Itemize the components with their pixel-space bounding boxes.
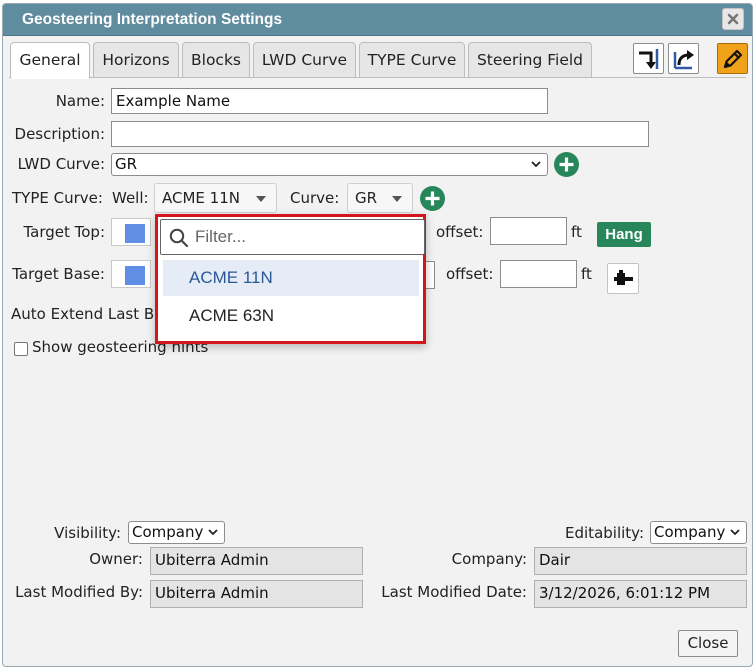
- show-hints-checkbox[interactable]: [14, 342, 28, 356]
- target-top-color-swatch[interactable]: [111, 218, 151, 246]
- chevron-down-icon: [208, 529, 218, 536]
- editability-select[interactable]: Company: [650, 521, 747, 544]
- edit-pencil-icon: [723, 49, 742, 68]
- well-dropdown[interactable]: ACME 11N: [154, 183, 277, 213]
- dropdown-option-acme-11n[interactable]: ACME 11N: [163, 260, 419, 296]
- caret-down-icon: [392, 196, 402, 202]
- chevron-down-icon: [730, 529, 740, 536]
- target-base-offset-input[interactable]: [500, 260, 577, 288]
- import-arrow-icon: [638, 48, 658, 69]
- share-arrow-icon: [673, 49, 694, 69]
- well-dropdown-popup: ACME 11N ACME 63N: [155, 214, 426, 344]
- modified-date-field: 3/12/2026, 6:01:12 PM: [534, 580, 747, 608]
- target-top-label: Target Top:: [23, 223, 105, 241]
- curve-dropdown[interactable]: GR: [347, 183, 413, 213]
- close-icon: [727, 13, 739, 25]
- company-label: Company:: [451, 550, 527, 568]
- type-curve-label: TYPE Curve:: [12, 189, 103, 207]
- target-base-offset-label: offset:: [446, 265, 494, 283]
- lwd-curve-label: LWD Curve:: [17, 155, 105, 173]
- search-icon: [169, 228, 189, 248]
- filter-box: [160, 219, 425, 255]
- hang-button[interactable]: Hang: [597, 222, 651, 247]
- pin-icon: [614, 269, 633, 285]
- lwd-curve-select[interactable]: GR: [111, 153, 548, 176]
- close-dialog-button[interactable]: [722, 8, 744, 30]
- visibility-value: Company: [132, 523, 204, 541]
- add-type-curve-button[interactable]: [419, 185, 446, 212]
- modified-date-label: Last Modified Date:: [381, 583, 527, 601]
- curve-label: Curve:: [290, 189, 340, 207]
- import-button[interactable]: [633, 43, 664, 74]
- editability-label: Editability:: [565, 524, 644, 542]
- pin-button[interactable]: [607, 263, 639, 294]
- tab-lwd-curve[interactable]: LWD Curve: [253, 42, 356, 78]
- editability-value: Company: [654, 523, 726, 541]
- edit-button[interactable]: [717, 43, 748, 74]
- dialog-title: Geosteering Interpretation Settings: [22, 11, 283, 28]
- visibility-label: Visibility:: [54, 524, 121, 542]
- tab-type-curve[interactable]: TYPE Curve: [359, 42, 465, 78]
- target-top-offset-input[interactable]: [490, 217, 567, 245]
- target-base-label: Target Base:: [12, 265, 105, 283]
- filter-input[interactable]: [195, 225, 415, 249]
- auto-extend-label: Auto Extend Last B: [11, 305, 155, 323]
- target-top-ft-label: ft: [571, 223, 582, 241]
- tab-blocks[interactable]: Blocks: [182, 42, 250, 78]
- chevron-down-icon: [531, 161, 541, 168]
- company-field: Dair: [534, 547, 747, 575]
- add-lwd-curve-button[interactable]: [553, 151, 580, 178]
- lwd-curve-value: GR: [115, 155, 138, 173]
- title-bar: Geosteering Interpretation Settings: [3, 4, 752, 36]
- color-fill: [125, 224, 145, 243]
- visibility-select[interactable]: Company: [128, 521, 225, 544]
- owner-field: Ubiterra Admin: [150, 547, 363, 575]
- target-base-color-swatch[interactable]: [111, 260, 151, 288]
- caret-down-icon: [256, 196, 266, 202]
- target-top-offset-label: offset:: [436, 223, 484, 241]
- tab-horizons[interactable]: Horizons: [93, 42, 179, 78]
- curve-dropdown-value: GR: [355, 189, 378, 207]
- dropdown-option-acme-63n[interactable]: ACME 63N: [163, 298, 419, 334]
- description-input[interactable]: [111, 121, 649, 147]
- well-dropdown-value: ACME 11N: [162, 189, 240, 207]
- modified-by-label: Last Modified By:: [15, 583, 143, 601]
- name-input[interactable]: Example Name: [111, 88, 548, 114]
- owner-label: Owner:: [89, 550, 143, 568]
- settings-dialog: Geosteering Interpretation Settings Gene…: [2, 3, 753, 667]
- close-button[interactable]: Close: [678, 630, 738, 657]
- target-base-ft-label: ft: [581, 265, 592, 283]
- tab-steering-field[interactable]: Steering Field: [468, 42, 592, 78]
- description-label: Description:: [14, 125, 105, 143]
- modified-by-field: Ubiterra Admin: [150, 580, 363, 608]
- name-label: Name:: [55, 92, 105, 110]
- color-fill: [125, 266, 145, 285]
- well-label: Well:: [112, 189, 149, 207]
- tab-general[interactable]: General: [10, 42, 90, 79]
- share-button[interactable]: [668, 43, 699, 74]
